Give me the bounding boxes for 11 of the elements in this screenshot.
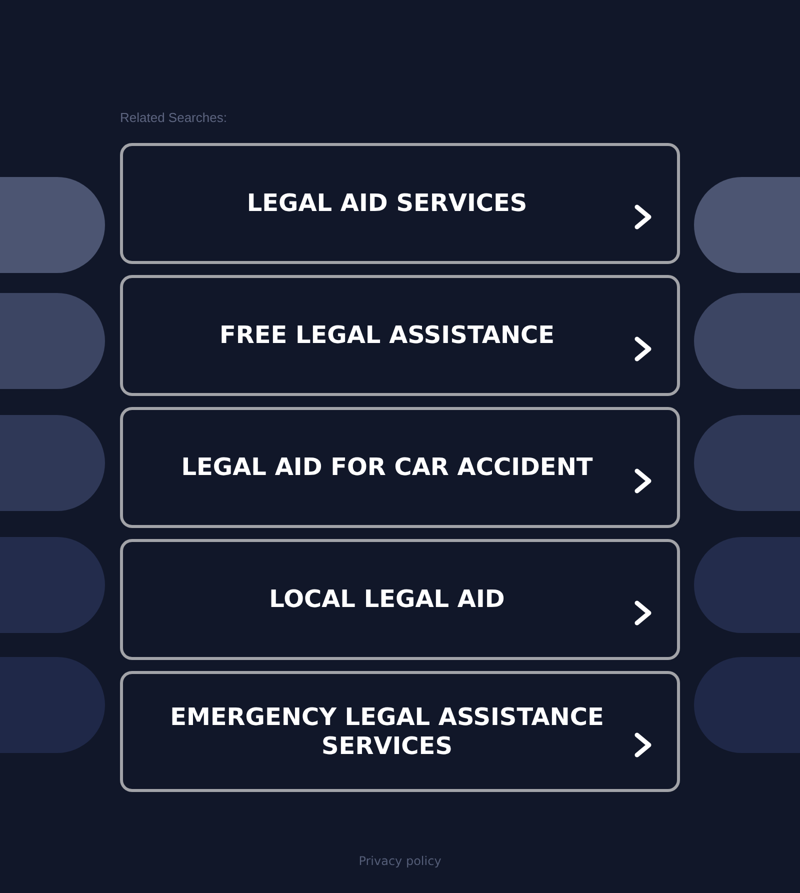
chevron-right-icon [634,336,652,362]
related-search-link[interactable]: LEGAL AID FOR CAR ACCIDENT [120,407,680,528]
related-search-link[interactable]: FREE LEGAL ASSISTANCE [120,275,680,396]
chevron-right-icon [634,468,652,494]
chevron-right-icon [634,204,652,230]
chevron-right-icon [634,600,652,626]
chevron-right-icon [634,732,652,758]
related-search-link[interactable]: EMERGENCY LEGAL ASSISTANCE SERVICES [120,671,680,792]
related-search-link[interactable]: LEGAL AID SERVICES [120,143,680,264]
related-search-link[interactable]: LOCAL LEGAL AID [120,539,680,660]
related-searches-heading: Related Searches: [120,110,227,126]
